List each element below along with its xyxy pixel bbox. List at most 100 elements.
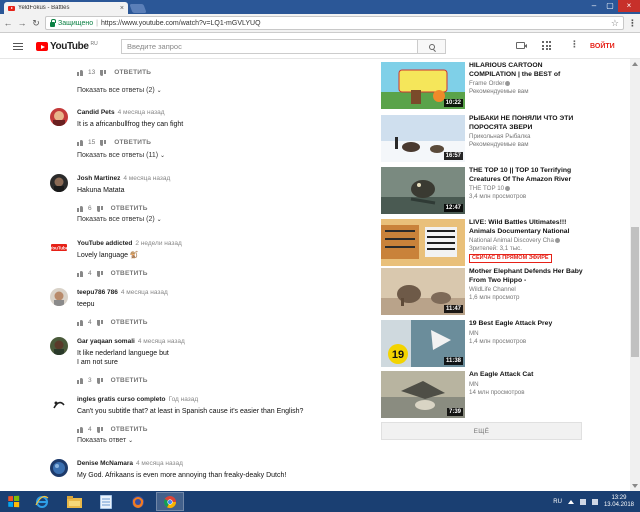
comment-time[interactable]: 4 месяца назад — [121, 289, 168, 296]
video-thumbnail[interactable]: 12:47 — [381, 167, 465, 214]
like-icon[interactable] — [77, 319, 83, 326]
file-explorer-icon[interactable] — [60, 492, 88, 511]
like-icon[interactable] — [77, 426, 83, 433]
reply-button[interactable]: ОТВЕТИТЬ — [114, 69, 151, 76]
comment-author[interactable]: YouTube addicted — [77, 240, 132, 247]
avatar[interactable] — [50, 108, 68, 126]
video-thumbnail[interactable]: 19 11:38 — [381, 320, 465, 367]
dislike-icon[interactable] — [100, 140, 106, 146]
back-button[interactable]: ← — [3, 18, 13, 28]
show-replies-button[interactable]: Показать все ответы (2) ⌄ — [77, 87, 162, 94]
show-replies-button[interactable]: Показать ответ ⌄ — [77, 437, 133, 444]
comment-author[interactable]: ingles gratis curso completo — [77, 396, 166, 403]
volume-icon[interactable] — [591, 498, 598, 505]
reply-button[interactable]: ОТВЕТИТЬ — [111, 270, 148, 277]
settings-more-icon[interactable]: ⋮ — [570, 40, 579, 49]
scroll-down-icon[interactable] — [632, 484, 638, 488]
video-title[interactable]: Mother Elephant Defends Her Baby From Tw… — [469, 268, 585, 285]
comment-author[interactable]: Denise McNamara — [77, 460, 133, 467]
video-title[interactable]: HILARIOUS CARTOON COMPILATION | the BEST… — [469, 62, 585, 79]
comment-time[interactable]: 4 месяца назад — [138, 338, 185, 345]
channel-name[interactable]: MN — [469, 330, 479, 337]
video-thumbnail[interactable]: 16:57 — [381, 115, 465, 162]
dislike-icon[interactable] — [97, 427, 103, 433]
like-icon[interactable] — [77, 377, 83, 384]
recommended-video[interactable]: 19 11:38 19 Best Eagle Attack Prey MN 1,… — [381, 320, 627, 368]
recommended-video[interactable]: 11:47 Mother Elephant Defends Her Baby F… — [381, 268, 627, 316]
video-thumbnail[interactable]: 11:47 — [381, 268, 465, 315]
avatar[interactable] — [50, 174, 68, 192]
video-thumbnail[interactable] — [381, 219, 465, 266]
recommended-video[interactable]: 16:57 РЫБАКИ НЕ ПОНЯЛИ ЧТО ЭТИ ПОРОСЯТА … — [381, 115, 627, 163]
chrome-icon[interactable] — [156, 492, 184, 511]
avatar[interactable] — [50, 459, 68, 477]
comment-time[interactable]: Год назад — [169, 396, 199, 403]
recommended-video[interactable]: 7:39 An Eagle Attack Cat MN 14 млн просм… — [381, 371, 627, 419]
start-button[interactable] — [0, 491, 26, 512]
network-icon[interactable] — [579, 498, 586, 505]
reply-button[interactable]: ОТВЕТИТЬ — [111, 377, 148, 384]
reply-button[interactable]: ОТВЕТИТЬ — [114, 139, 151, 146]
reply-button[interactable]: ОТВЕТИТЬ — [111, 205, 148, 212]
comment-time[interactable]: 4 месяца назад — [136, 460, 183, 467]
bookmark-star-icon[interactable]: ☆ — [611, 18, 619, 29]
comment-time[interactable]: 4 месяца назад — [118, 109, 165, 116]
tab-close-icon[interactable]: × — [120, 5, 124, 12]
avatar[interactable] — [50, 337, 68, 355]
dislike-icon[interactable] — [100, 70, 106, 76]
like-icon[interactable] — [77, 69, 83, 76]
channel-name[interactable]: THE TOP 10 — [469, 185, 504, 192]
minimize-button[interactable]: – — [586, 0, 602, 12]
video-title[interactable]: РЫБАКИ НЕ ПОНЯЛИ ЧТО ЭТИ ПОРОСЯТА ЗВЕРИ — [469, 115, 585, 132]
comment-author[interactable]: Gar yaqaan somali — [77, 338, 135, 345]
comment-author[interactable]: Josh Martinez — [77, 175, 120, 182]
video-title[interactable]: 19 Best Eagle Attack Prey — [469, 320, 585, 329]
reply-button[interactable]: ОТВЕТИТЬ — [111, 319, 148, 326]
new-tab-button[interactable] — [129, 4, 147, 13]
video-thumbnail[interactable]: 7:39 — [381, 371, 465, 418]
search-button[interactable] — [417, 39, 446, 54]
dislike-icon[interactable] — [97, 320, 103, 326]
comment-time[interactable]: 2 недели назад — [135, 240, 181, 247]
browser-tab[interactable]: YeldFokus - Battles × — [4, 2, 128, 14]
reload-button[interactable]: ↻ — [31, 18, 41, 28]
like-icon[interactable] — [77, 205, 83, 212]
recommended-video[interactable]: 10:22 HILARIOUS CARTOON COMPILATION | th… — [381, 62, 627, 110]
video-title[interactable]: LIVE: Wild Battles Ultimates!!! Animals … — [469, 219, 585, 236]
search-input[interactable] — [121, 39, 417, 54]
system-clock[interactable]: 13:29 13.04.2018 — [604, 495, 634, 509]
forward-button[interactable]: → — [17, 18, 27, 28]
dislike-icon[interactable] — [97, 206, 103, 212]
notepad-icon[interactable] — [92, 492, 120, 511]
internet-explorer-icon[interactable] — [28, 492, 56, 511]
channel-name[interactable]: WildLife Channel — [469, 286, 516, 293]
address-bar[interactable]: Защищено | https://www.youtube.com/watch… — [45, 16, 624, 30]
dislike-icon[interactable] — [97, 378, 103, 384]
tray-up-arrow-icon[interactable] — [567, 499, 574, 504]
youtube-logo[interactable]: YouTube RU — [36, 41, 98, 52]
channel-name[interactable]: Frame Order — [469, 80, 504, 87]
maximize-button[interactable]: ▢ — [602, 0, 618, 12]
like-icon[interactable] — [77, 270, 83, 277]
scroll-thumb[interactable] — [631, 227, 639, 357]
like-icon[interactable] — [77, 139, 83, 146]
recommended-video[interactable]: 12:47 THE TOP 10 || TOP 10 Terrifying Cr… — [381, 167, 627, 215]
avatar[interactable] — [50, 288, 68, 306]
comment-time[interactable]: 4 месяца назад — [123, 175, 170, 182]
firefox-icon[interactable] — [124, 492, 152, 511]
show-replies-button[interactable]: Показать все ответы (11) ⌄ — [77, 152, 165, 159]
hamburger-menu-icon[interactable] — [13, 43, 23, 50]
show-replies-button[interactable]: Показать все ответы (2) ⌄ — [77, 216, 162, 223]
video-title[interactable]: THE TOP 10 || TOP 10 Terrifying Creature… — [469, 167, 585, 184]
recommended-video[interactable]: LIVE: Wild Battles Ultimates!!! Animals … — [381, 219, 627, 267]
scroll-up-icon[interactable] — [632, 62, 638, 66]
channel-name[interactable]: MN — [469, 381, 479, 388]
show-more-button[interactable]: ЕЩЁ — [381, 422, 582, 440]
reply-button[interactable]: ОТВЕТИТЬ — [111, 426, 148, 433]
close-window-button[interactable]: × — [618, 0, 640, 12]
comment-author[interactable]: Candid Pets — [77, 109, 115, 116]
video-thumbnail[interactable]: 10:22 — [381, 62, 465, 109]
video-title[interactable]: An Eagle Attack Cat — [469, 371, 585, 380]
channel-name[interactable]: Прикольная Рыбалка — [469, 133, 531, 140]
language-indicator[interactable]: RU — [553, 499, 562, 505]
